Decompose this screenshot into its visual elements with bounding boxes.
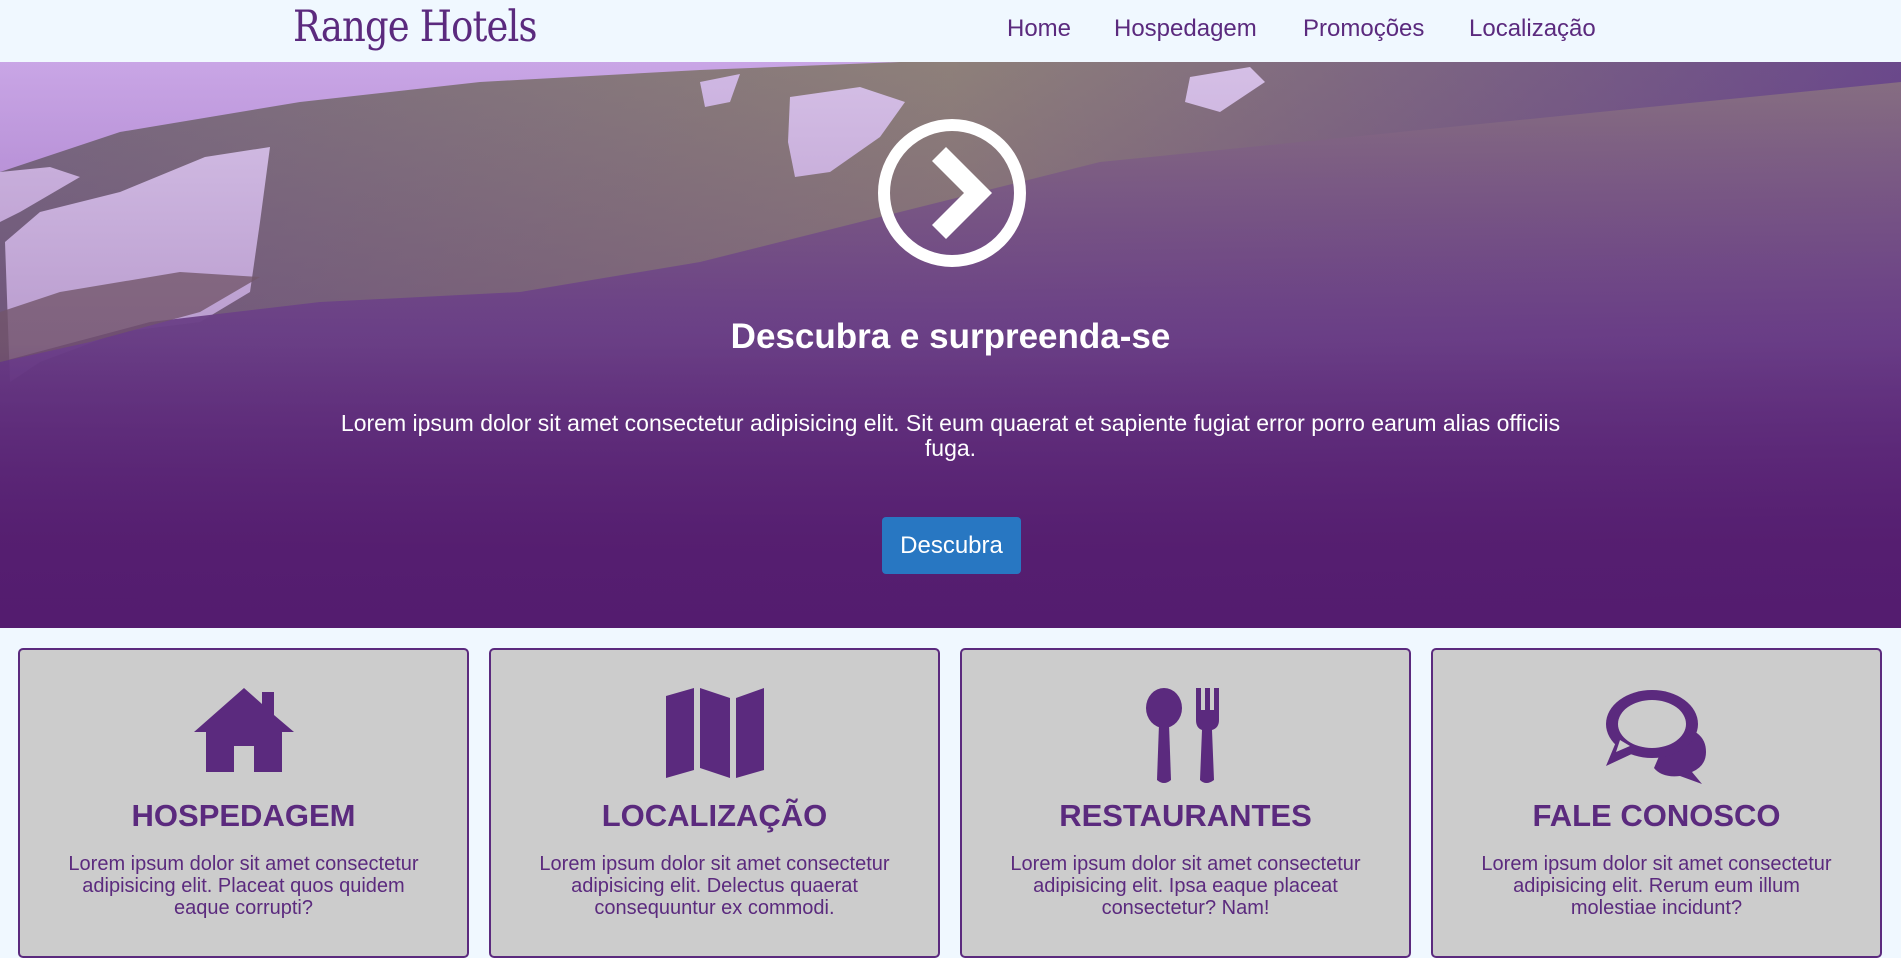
card-title: HOSPEDAGEM [131, 798, 356, 833]
nav-link-promocoes[interactable]: Promoções [1303, 14, 1424, 44]
nav-link-home[interactable]: Home [1007, 14, 1071, 44]
chat-bubbles-icon [1605, 690, 1706, 784]
card-restaurantes[interactable]: RESTAURANTES Lorem ipsum dolor sit amet … [960, 648, 1411, 958]
discover-button[interactable]: Descubra [882, 517, 1021, 574]
nav-link-localizacao[interactable]: Localização [1469, 14, 1596, 44]
card-title: LOCALIZAÇÃO [601, 798, 828, 833]
card-fale-conosco[interactable]: FALE CONOSCO Lorem ipsum dolor sit amet … [1431, 648, 1882, 958]
hero-section: Descubra e surpreenda-se Lorem ipsum dol… [0, 62, 1901, 628]
cutlery-icon [1145, 688, 1219, 783]
card-text: Lorem ipsum dolor sit amet consectetur a… [1010, 853, 1361, 919]
hero-description: Lorem ipsum dolor sit amet consectetur a… [340, 410, 1561, 461]
card-hospedagem[interactable]: HOSPEDAGEM Lorem ipsum dolor sit amet co… [18, 648, 469, 958]
card-title: RESTAURANTES [1059, 798, 1312, 833]
chevron-circle-right-icon [878, 119, 1026, 267]
card-text: Lorem ipsum dolor sit amet consectetur a… [1481, 853, 1832, 919]
home-icon [193, 688, 294, 772]
card-text: Lorem ipsum dolor sit amet consectetur a… [539, 853, 890, 919]
card-title: FALE CONOSCO [1532, 798, 1781, 833]
map-icon [665, 688, 764, 778]
navbar: Range Hotels Home Hospedagem Promoções L… [0, 0, 1901, 62]
nav-link-hospedagem[interactable]: Hospedagem [1114, 14, 1257, 44]
nav-links: Home Hospedagem Promoções Localização [0, 14, 1901, 48]
card-text: Lorem ipsum dolor sit amet consectetur a… [68, 853, 419, 919]
card-localizacao[interactable]: LOCALIZAÇÃO Lorem ipsum dolor sit amet c… [489, 648, 940, 958]
hero-title: Descubra e surpreenda-se [730, 317, 1171, 356]
